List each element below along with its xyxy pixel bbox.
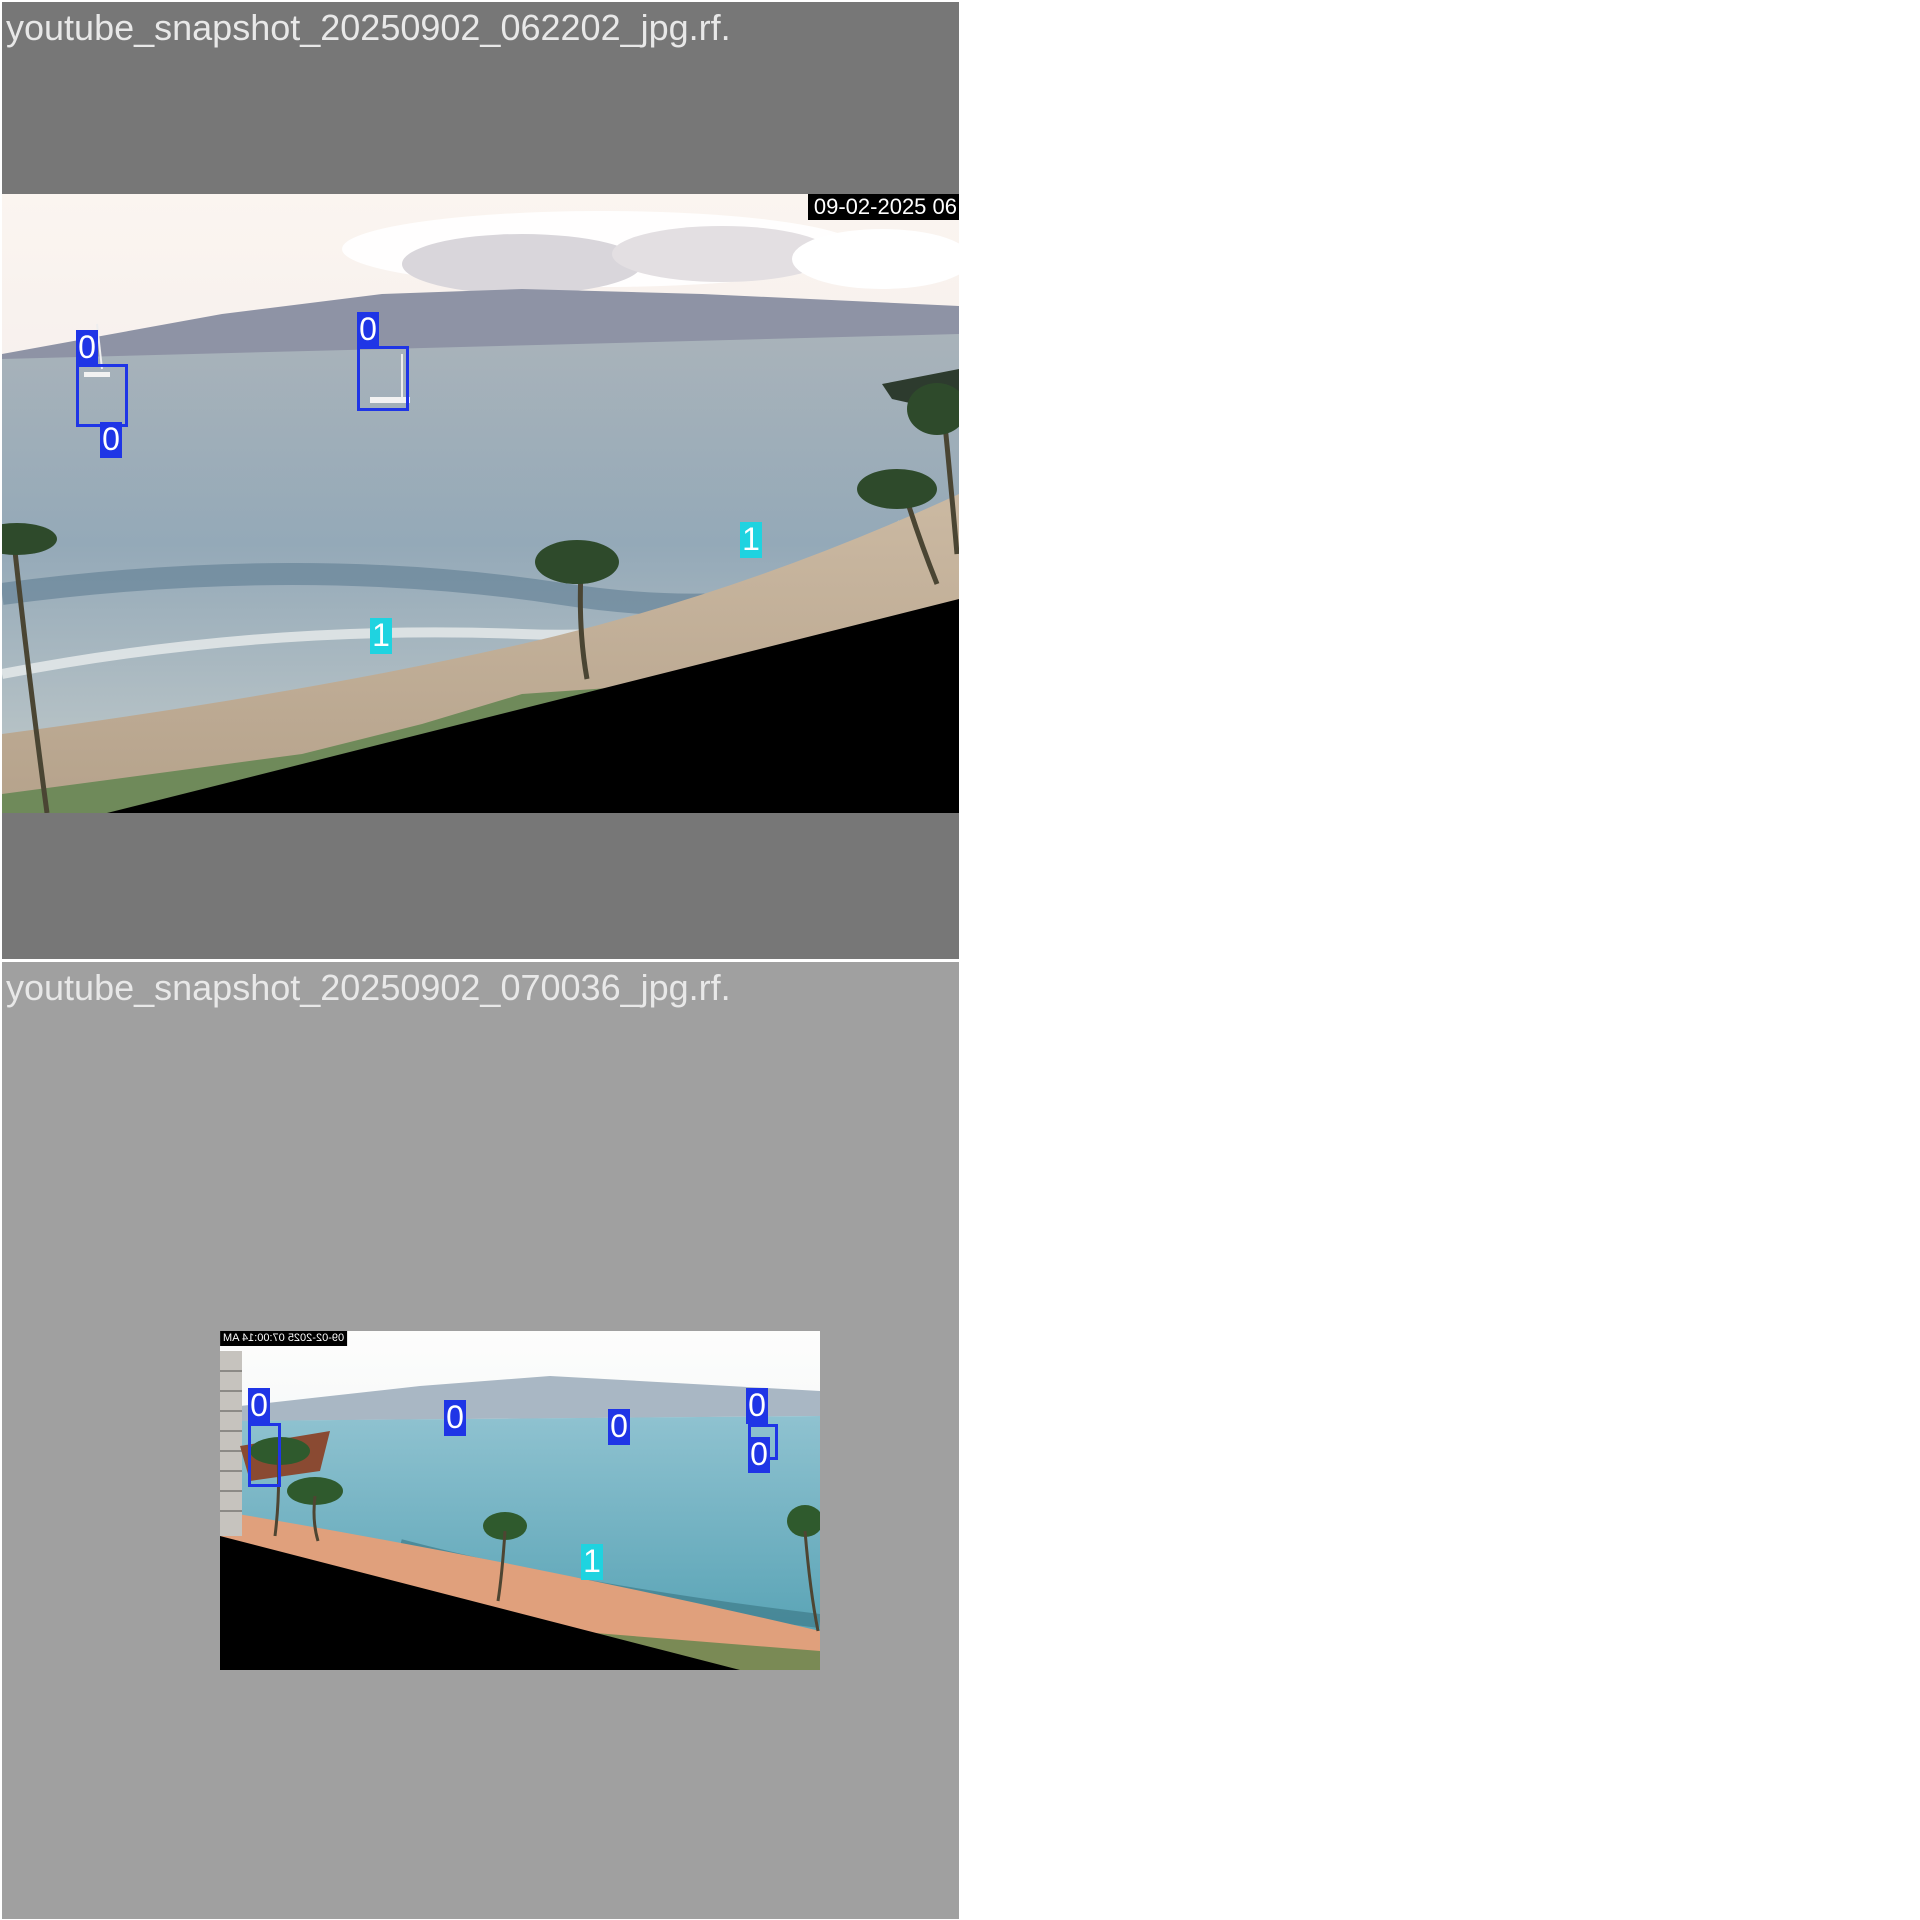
- detection-class-label: 1: [370, 618, 392, 654]
- video-timestamp: 09-02-2025 07:00:14 AM: [220, 1331, 348, 1346]
- detection-class-label: 0: [748, 1437, 770, 1473]
- detection-class-label: 1: [581, 1544, 603, 1580]
- tile-filename: youtube_snapshot_20250902_062202_jpg.rf.: [6, 7, 731, 48]
- detection-class-label: 0: [248, 1388, 270, 1424]
- beach-photo: 09-02-2025 07:00:14 AM 0 0 0 0 0 1: [220, 1331, 820, 1670]
- beach-photo: 09-02-2025 06 0 0 0 1 1: [2, 194, 959, 813]
- detection-box: [248, 1423, 281, 1487]
- beach-scene-image: [2, 194, 959, 813]
- tile-filename: youtube_snapshot_20250902_070036_jpg.rf.: [6, 967, 731, 1008]
- detection-box: [357, 346, 409, 411]
- image-tile-2: youtube_snapshot_20250902_070036_jpg.rf.: [2, 962, 959, 1919]
- detection-class-label: 0: [444, 1400, 466, 1436]
- detection-class-label: 0: [608, 1409, 630, 1445]
- detection-class-label: 0: [100, 422, 122, 458]
- detection-class-label: 1: [740, 522, 762, 558]
- detection-class-label: 0: [746, 1388, 768, 1424]
- video-timestamp: 09-02-2025 06: [807, 194, 959, 220]
- detection-box: [76, 364, 128, 427]
- beach-scene-image: [220, 1331, 820, 1670]
- detection-class-label: 0: [357, 312, 379, 348]
- detection-class-label: 0: [76, 330, 98, 366]
- image-tile-1: youtube_snapshot_20250902_062202_jpg.rf.: [2, 2, 959, 959]
